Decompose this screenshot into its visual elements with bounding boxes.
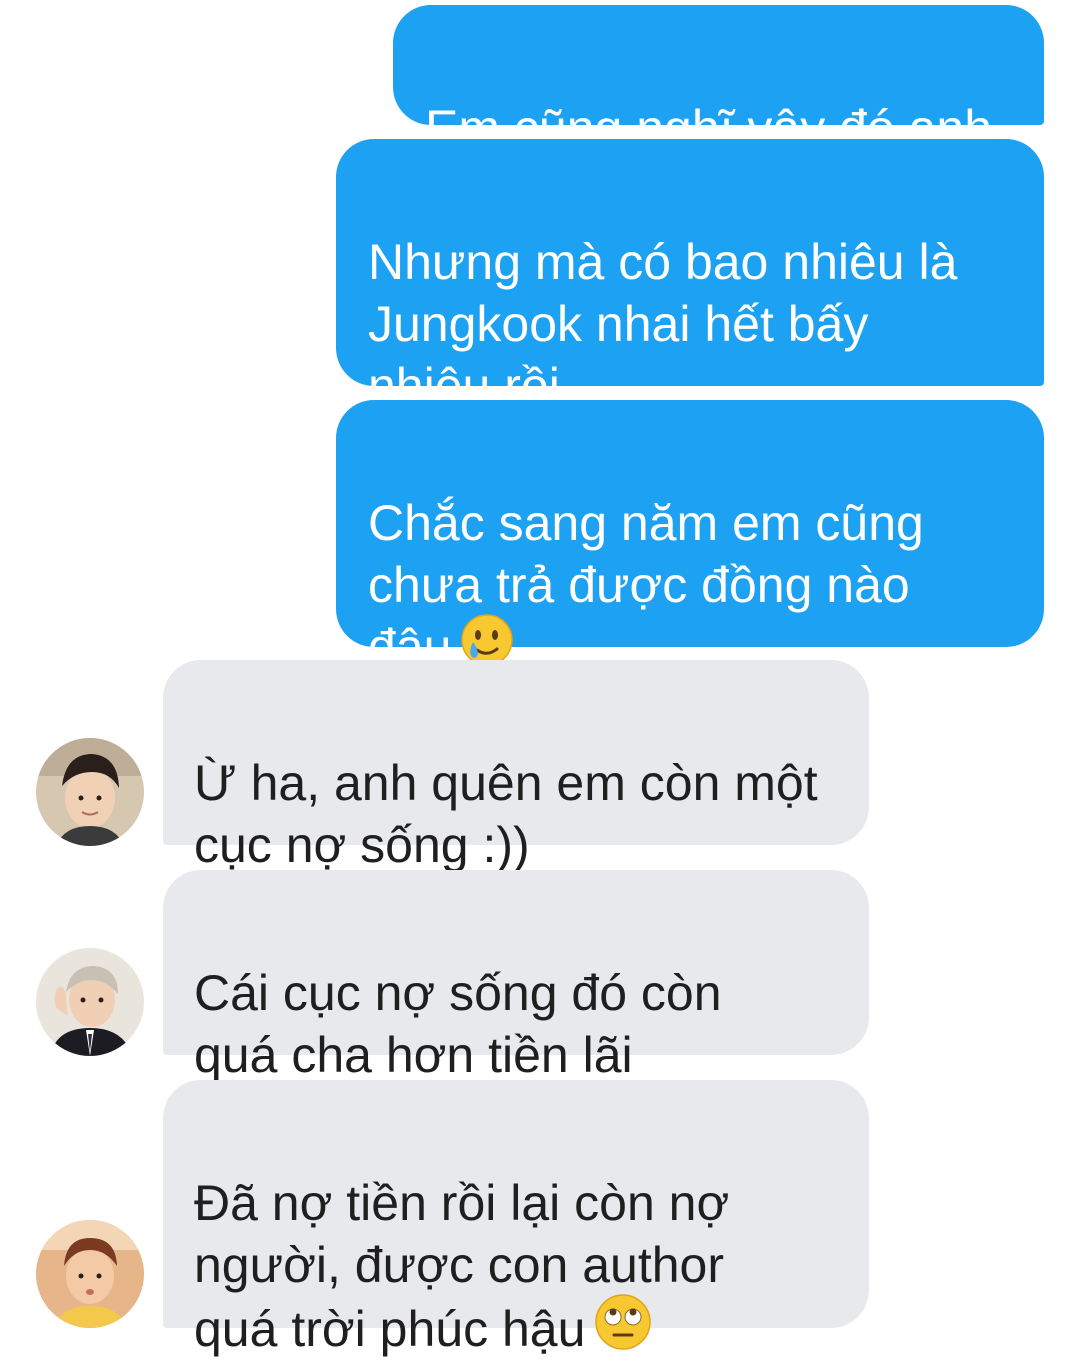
avatar[interactable] [36,738,144,846]
outgoing-message[interactable]: Chắc sang năm em cũng chưa trả được đồng… [336,400,1044,675]
avatar[interactable] [36,1220,144,1328]
incoming-message[interactable]: Cái cục nợ sống đó còn quá cha hơn tiền … [163,870,869,1083]
message-text: Chắc sang năm em cũng chưa trả được đồng… [368,495,924,676]
outgoing-message[interactable]: Nhưng mà có bao nhiêu là Jungkook nhai h… [336,139,1044,414]
message-text: Ừ ha, anh quên em còn một cục nợ sống :)… [194,755,818,873]
avatar-1-icon [36,738,144,846]
message-text: Cái cục nợ sống đó còn quá cha hơn tiền … [194,965,722,1083]
avatar[interactable] [36,948,144,1056]
avatar-3-icon [36,1220,144,1328]
incoming-message[interactable]: Đã nợ tiền rồi lại còn nợ người, được co… [163,1080,869,1357]
message-text: Nhưng mà có bao nhiêu là Jungkook nhai h… [368,234,958,414]
avatar-2-icon [36,948,144,1056]
face-with-rolling-eyes-emoji [593,1292,653,1366]
outgoing-message[interactable]: Em cũng nghĩ vậy đó anh [393,5,1044,156]
incoming-message[interactable]: Ừ ha, anh quên em còn một cục nợ sống :)… [163,660,869,873]
